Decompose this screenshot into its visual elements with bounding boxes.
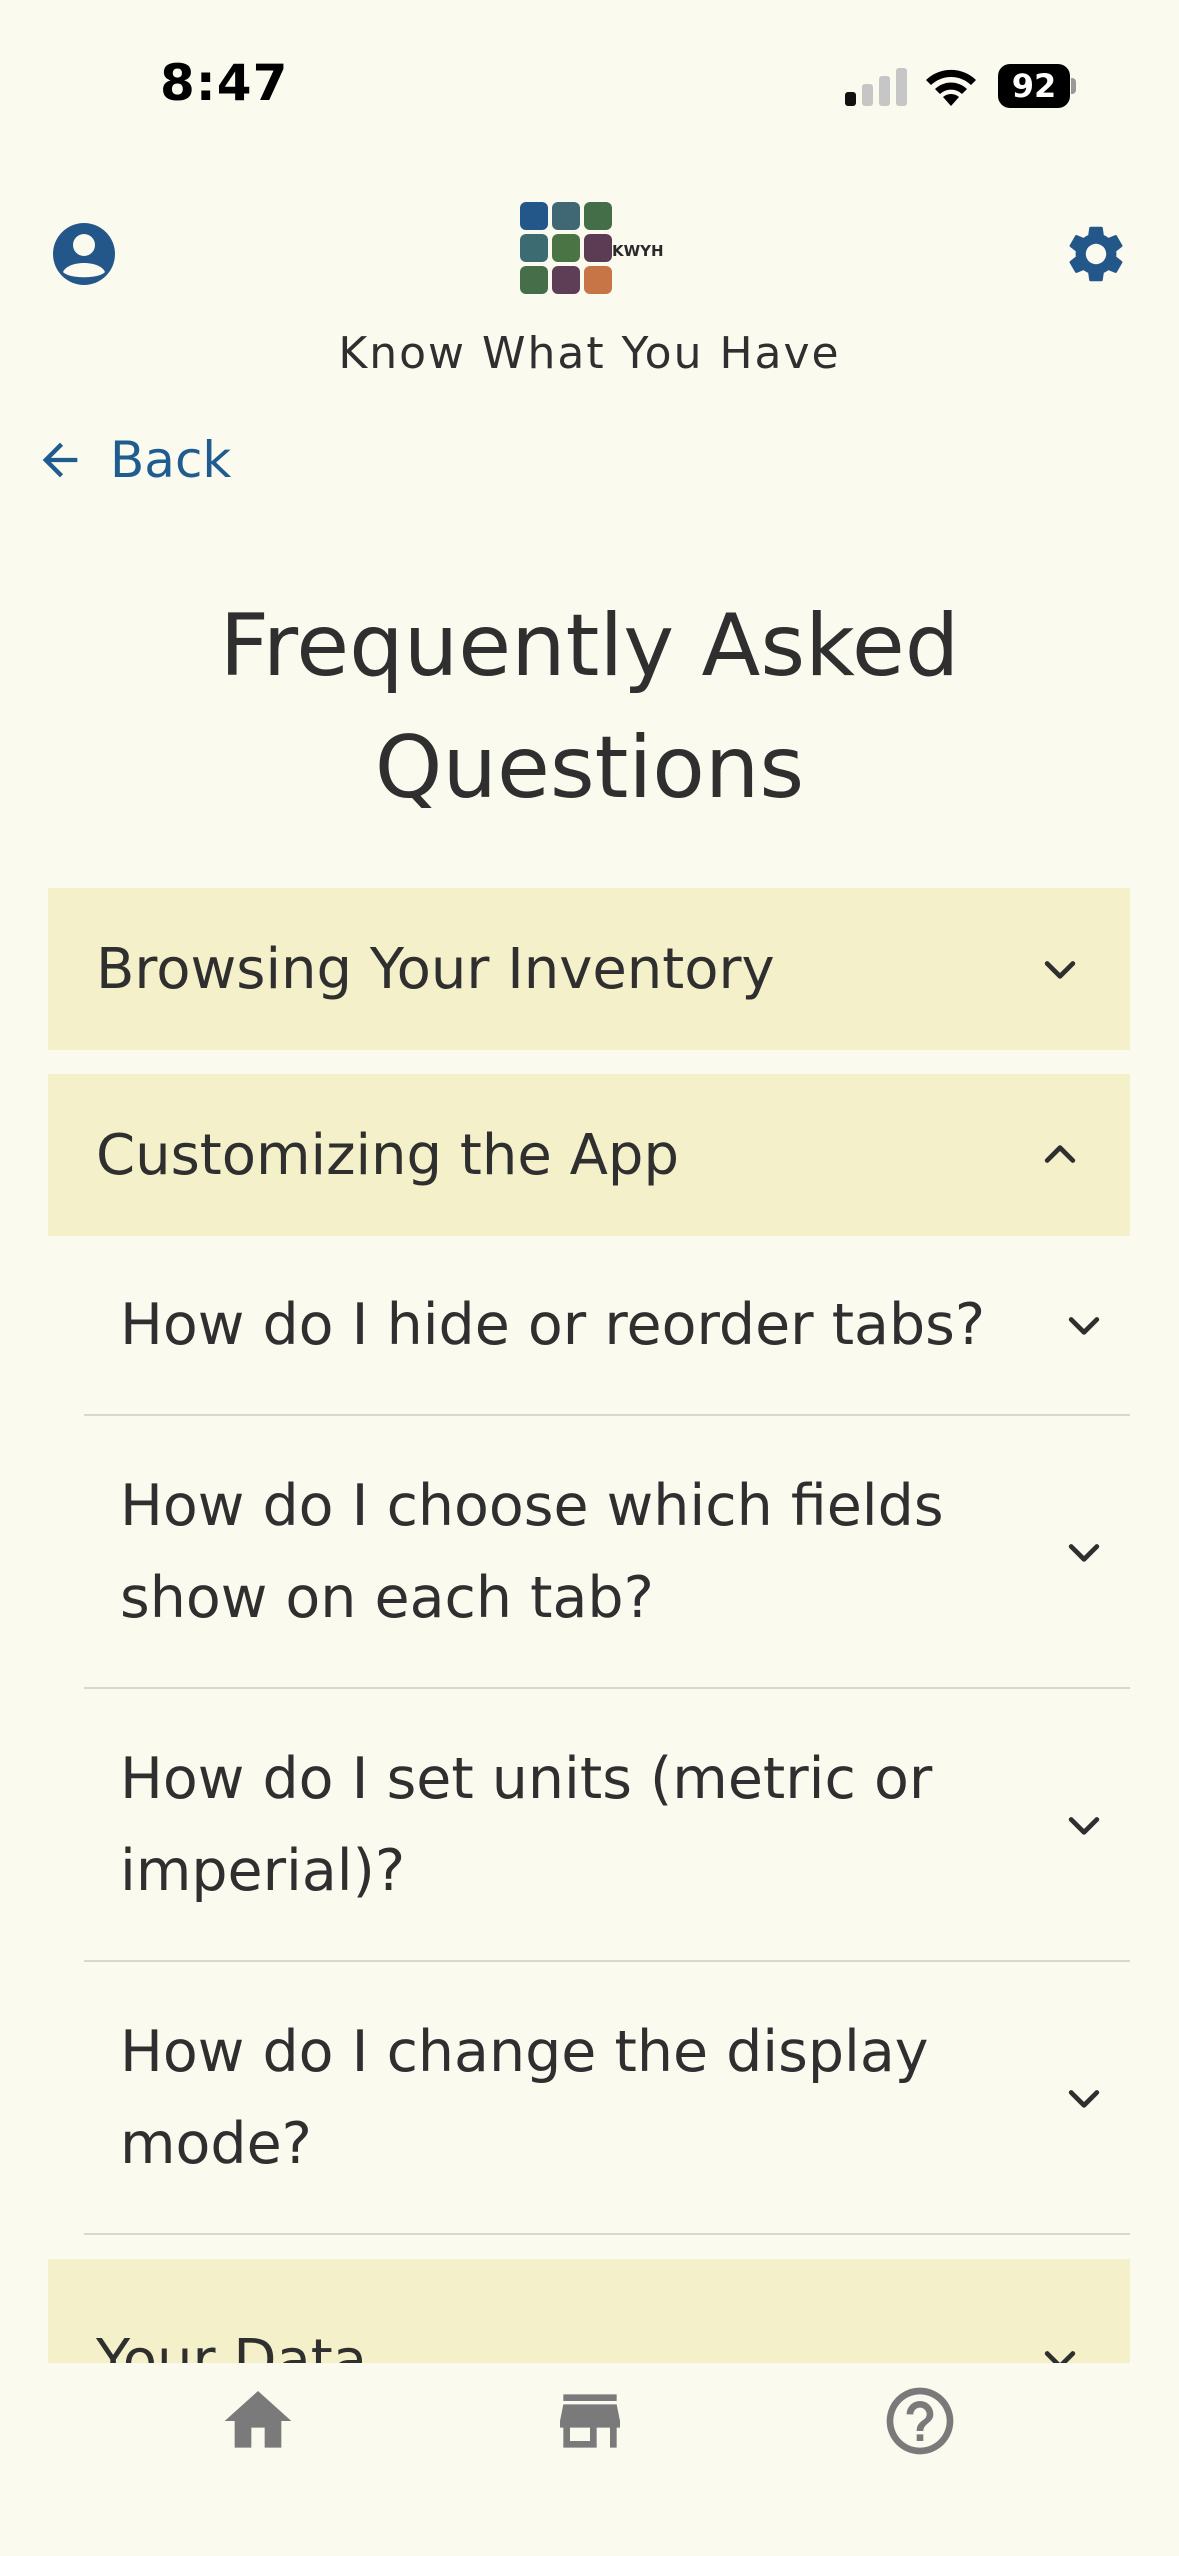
bottom-nav-bar (0, 2363, 1179, 2556)
section-browsing-inventory[interactable]: Browsing Your Inventory (48, 888, 1130, 1050)
help-circle-icon[interactable] (880, 2381, 960, 2461)
back-button[interactable]: Back (34, 425, 231, 495)
section-label: Customizing the App (96, 1122, 679, 1188)
section-label: Browsing Your Inventory (96, 936, 775, 1002)
question-text: How do I set units (metric or imperial)? (120, 1745, 933, 1904)
question-text: How do I choose which fields show on eac… (120, 1472, 944, 1631)
question-set-units[interactable]: How do I set units (metric or imperial)? (84, 1689, 1130, 1962)
cellular-signal-icon (845, 66, 907, 106)
chevron-down-icon (1068, 1317, 1100, 1335)
faq-screen: 8:47 92 KWYH Know What You Have Back Fre… (0, 0, 1179, 2556)
question-display-mode[interactable]: How do I change the display mode? (84, 1962, 1130, 2235)
app-header: KWYH Know What You Have (0, 180, 1179, 400)
section-label: Your Data (96, 2328, 368, 2363)
battery-icon: 92 (998, 64, 1076, 108)
page-title: Frequently Asked Questions (219, 596, 960, 818)
question-text: How do I hide or reorder tabs? (120, 1292, 986, 1358)
battery-level: 92 (998, 64, 1070, 108)
logo-tile (520, 202, 548, 230)
section-customizing-app[interactable]: Customizing the App (48, 1074, 1130, 1236)
chevron-down-icon (1068, 2089, 1100, 2108)
logo-tile (584, 234, 612, 262)
gear-icon[interactable] (1062, 220, 1130, 288)
logo-tile (520, 266, 548, 294)
app-title: Know What You Have (338, 328, 841, 379)
back-label: Back (110, 431, 232, 489)
logo-tile (552, 266, 580, 294)
chevron-down-icon (1068, 1816, 1100, 1835)
app-logo: KWYH (520, 202, 664, 297)
chevron-up-icon (1044, 1145, 1076, 1163)
logo-tile (520, 234, 548, 262)
faq-accordion: Browsing Your Inventory Customizing the … (48, 888, 1130, 2363)
logo-tile (584, 202, 612, 230)
account-circle-icon[interactable] (50, 220, 118, 288)
question-choose-fields[interactable]: How do I choose which fields show on eac… (84, 1416, 1130, 1689)
chevron-down-icon (1068, 1543, 1100, 1562)
logo-tile (584, 266, 612, 294)
logo-tile (552, 202, 580, 230)
arrow-left-icon (42, 442, 78, 478)
store-icon[interactable] (550, 2381, 630, 2461)
question-text: How do I change the display mode? (120, 2018, 929, 2177)
logo-text: KWYH (612, 242, 664, 260)
chevron-down-icon (1044, 961, 1076, 979)
logo-grid-icon (520, 202, 612, 294)
chevron-down-icon (1044, 2351, 1076, 2363)
logo-tile (552, 234, 580, 262)
home-icon[interactable] (218, 2381, 298, 2461)
status-bar: 8:47 92 (0, 0, 1179, 150)
status-time: 8:47 (160, 54, 289, 112)
wifi-icon (926, 69, 976, 106)
section-your-data[interactable]: Your Data (48, 2259, 1130, 2363)
question-hide-reorder-tabs[interactable]: How do I hide or reorder tabs? (84, 1236, 1130, 1416)
